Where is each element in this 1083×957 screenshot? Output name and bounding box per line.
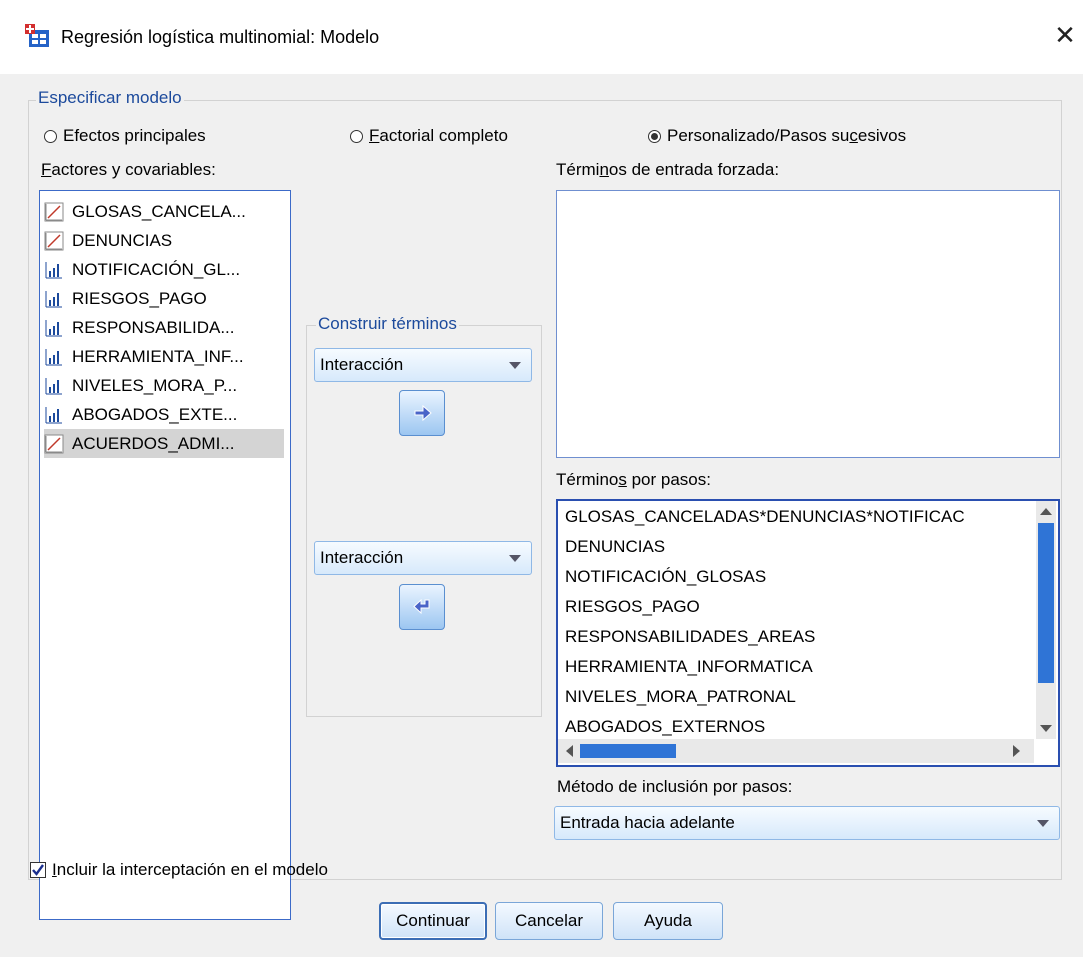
forced-terms-label-post: os de entrada forzada: [608, 160, 780, 179]
stepwise-terms-mnemonic: s [618, 470, 627, 489]
list-item[interactable]: ABOGADOS_EXTE... [44, 400, 284, 429]
list-item-selected[interactable]: ACUERDOS_ADMI... [44, 429, 284, 458]
list-item-label: HERRAMIENTA_INF... [72, 346, 244, 366]
factors-label-text: actores y covariables: [51, 160, 216, 179]
radio-custom-stepwise-dot [648, 129, 661, 143]
interaction-combo-top[interactable]: Interacción [314, 348, 532, 382]
chevron-down-icon [1037, 820, 1049, 827]
list-item[interactable]: RESPONSABILIDA... [44, 313, 284, 342]
vertical-scroll-thumb[interactable] [1038, 523, 1054, 683]
horizontal-scroll-thumb[interactable] [580, 744, 676, 758]
radio-custom-stepwise-label-post: esivos [857, 126, 907, 145]
interaction-combo-bottom-value: Interacción [320, 548, 404, 567]
list-item[interactable]: ABOGADOS_EXTERNOS [565, 712, 765, 742]
list-item[interactable]: DENUNCIAS [565, 532, 665, 562]
ordinal-icon [45, 319, 62, 336]
list-item[interactable]: RESPONSABILIDADES_AREAS [565, 622, 815, 652]
dialog-body: Especificar modelo Efectos principales F… [0, 74, 1083, 957]
list-item-label: ABOGADOS_EXTE... [72, 404, 238, 424]
list-item[interactable]: GLOSAS_CANCELA... [44, 197, 284, 226]
factors-label: Factores y covariables: [41, 160, 216, 180]
scroll-right-icon[interactable] [1008, 741, 1026, 761]
radio-main-effects[interactable]: Efectos principales [44, 124, 206, 148]
factors-list[interactable]: GLOSAS_CANCELA... DENUNCIAS NOTIFICACIÓN… [39, 190, 291, 920]
window-title: Regresión logística multinomial: Modelo [61, 27, 380, 47]
include-intercept-label[interactable]: Incluir la interceptación en el modelo [52, 860, 328, 880]
build-terms-legend: Construir términos [316, 314, 459, 334]
radio-main-effects-label: Efectos principales [63, 126, 206, 145]
list-item-label: DENUNCIAS [72, 230, 173, 250]
interaction-combo-top-value: Interacción [320, 355, 404, 374]
include-intercept-text: ncluir la interceptación en el modelo [56, 860, 328, 879]
list-item[interactable]: HERRAMIENTA_INF... [44, 342, 284, 371]
list-item-label: ACUERDOS_ADMI... [72, 433, 235, 453]
list-item[interactable]: GLOSAS_CANCELADAS*DENUNCIAS*NOTIFICAC [565, 502, 965, 532]
vertical-scrollbar[interactable] [1036, 501, 1056, 739]
radio-main-effects-dot [44, 129, 57, 143]
scale-icon [44, 434, 64, 453]
move-left-button[interactable] [399, 584, 445, 630]
method-select[interactable]: Entrada hacia adelante [554, 806, 1060, 840]
move-right-button[interactable] [399, 390, 445, 436]
list-item[interactable]: RIESGOS_PAGO [565, 592, 700, 622]
scroll-down-icon[interactable] [1036, 719, 1056, 739]
radio-custom-stepwise[interactable]: Personalizado/Pasos su c esivos [648, 124, 906, 148]
scroll-left-icon[interactable] [560, 741, 578, 761]
ordinal-icon [45, 348, 62, 365]
title-bar: Regresión logística multinomial: Modelo … [0, 0, 1083, 74]
include-intercept-checkbox[interactable] [30, 862, 46, 878]
arrow-left-icon [413, 598, 430, 615]
forced-terms-list[interactable] [556, 190, 1060, 458]
list-item-label: RIESGOS_PAGO [72, 288, 207, 308]
arrow-right-icon [414, 404, 432, 422]
scroll-up-icon[interactable] [1036, 501, 1056, 521]
radio-custom-stepwise-mnemonic: c [849, 126, 858, 145]
chevron-down-icon [509, 362, 521, 369]
stepwise-terms-list[interactable]: GLOSAS_CANCELADAS*DENUNCIAS*NOTIFICAC DE… [556, 499, 1060, 767]
list-item[interactable]: DENUNCIAS [44, 226, 284, 255]
scale-icon [44, 231, 64, 250]
list-item-label: NIVELES_MORA_P... [72, 375, 238, 395]
ordinal-icon [45, 377, 62, 394]
method-label: Método de inclusión por pasos: [557, 777, 793, 796]
build-terms-group [306, 325, 542, 717]
radio-custom-stepwise-label-pre: Personalizado/Pasos su [667, 126, 850, 145]
forced-terms-label: Términos de entrada forzada: [556, 160, 779, 180]
forced-terms-label-pre: Térmi [556, 160, 600, 179]
chevron-down-icon [509, 555, 521, 562]
ordinal-icon [45, 406, 62, 423]
list-item-label: NOTIFICACIÓN_GL... [72, 259, 241, 279]
model-group-legend: Especificar modelo [36, 88, 184, 108]
list-item-label: RESPONSABILIDA... [72, 317, 235, 337]
list-item-label: GLOSAS_CANCELA... [72, 201, 246, 221]
checkmark-icon [32, 864, 44, 876]
cancel-button[interactable]: Cancelar [495, 902, 603, 940]
interaction-combo-bottom[interactable]: Interacción [314, 541, 532, 575]
stepwise-terms-label-post: por pasos: [626, 470, 711, 489]
forced-terms-mnemonic: n [599, 160, 609, 179]
continue-button[interactable]: Continuar [379, 902, 487, 940]
dialog-window: Regresión logística multinomial: Modelo … [0, 0, 1083, 957]
list-item[interactable]: NIVELES_MORA_P... [44, 371, 284, 400]
ordinal-icon [45, 290, 62, 307]
close-icon[interactable]: ✕ [1052, 20, 1078, 50]
help-button[interactable]: Ayuda [613, 902, 723, 940]
stepwise-terms-label-pre: Término [556, 470, 619, 489]
list-item[interactable]: RIESGOS_PAGO [44, 284, 284, 313]
ordinal-icon [45, 261, 62, 278]
radio-full-factorial-mnemonic: F [369, 126, 380, 145]
radio-full-factorial[interactable]: Factorial completo [350, 124, 508, 148]
factors-label-mnemonic: F [41, 160, 52, 179]
app-icon [25, 24, 49, 47]
list-item[interactable]: NOTIFICACIÓN_GLOSAS [565, 562, 766, 592]
list-item[interactable]: NOTIFICACIÓN_GL... [44, 255, 284, 284]
list-item[interactable]: NIVELES_MORA_PATRONAL [565, 682, 796, 712]
radio-full-factorial-label: actorial completo [379, 126, 508, 145]
stepwise-terms-label: Términos por pasos: [556, 470, 711, 490]
method-select-value: Entrada hacia adelante [560, 813, 735, 832]
horizontal-scrollbar[interactable] [558, 739, 1034, 763]
radio-full-factorial-dot [350, 129, 363, 143]
list-item[interactable]: HERRAMIENTA_INFORMATICA [565, 652, 813, 682]
scale-icon [44, 202, 64, 221]
